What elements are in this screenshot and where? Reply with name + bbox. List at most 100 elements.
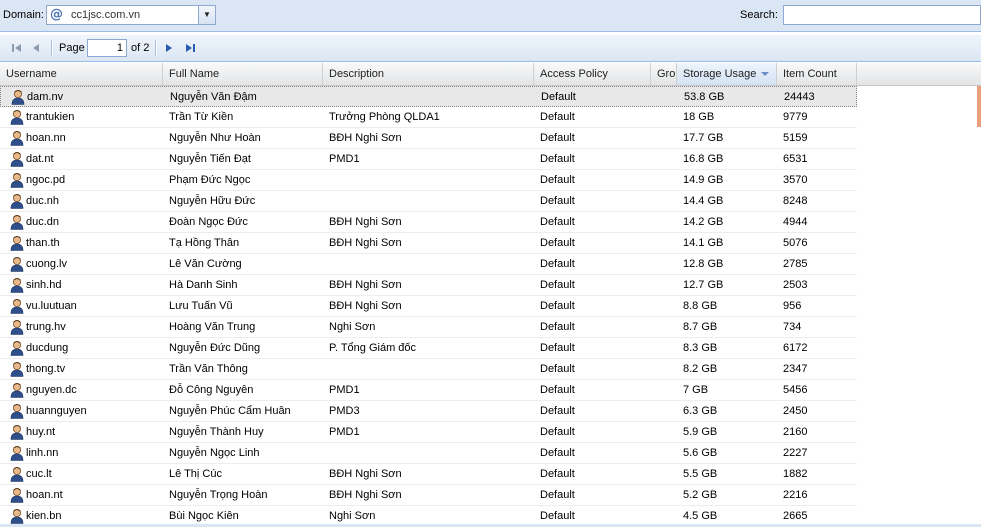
last-page-button[interactable] (183, 41, 197, 55)
next-page-button[interactable] (162, 41, 176, 55)
table-row[interactable]: dam.nv Nguyễn Văn Đậm Default 53.8 GB 24443 (0, 86, 857, 107)
domain-label: Domain: (3, 9, 44, 21)
cell-policy: Default (540, 237, 575, 249)
cell-policy: Default (540, 279, 575, 291)
cell-fullname: Đoàn Ngọc Đức (169, 216, 248, 228)
column-header-description[interactable]: Description (323, 63, 534, 85)
cell-username: cuong.lv (26, 258, 67, 270)
cell-description (323, 443, 534, 463)
scrollbar-thumb[interactable] (977, 86, 981, 127)
column-header-storage-usage[interactable]: Storage Usage (677, 63, 777, 85)
table-row[interactable]: trung.hv Hoàng Văn Trung Nghi Sơn Default 8.… (0, 317, 857, 338)
table-row[interactable]: hoan.nn Nguyễn Như Hoàn BĐH Nghi Sơn Defaul… (0, 128, 857, 149)
cell-policy: Default (540, 489, 575, 501)
table-row[interactable]: linh.nn Nguyễn Ngọc Linh Default 5.6 GB 2227 (0, 443, 857, 464)
cell-description (323, 359, 534, 379)
cell-description: Trưởng Phòng QLDA1 (329, 111, 440, 123)
table-row[interactable]: dat.nt Nguyễn Tiến Đạt PMD1 Default 16.8 GB 6… (0, 149, 857, 170)
table-row[interactable]: ducdung Nguyễn Đức Dũng P. Tổng Giám đốc De… (0, 338, 857, 359)
cell-description: PMD1 (329, 153, 360, 165)
paging-toolbar: Page of 2 (0, 35, 981, 62)
grid-header: Username Full Name Description Access Po… (0, 63, 981, 86)
cell-storage: 8.7 GB (683, 321, 718, 333)
cell-storage: 8.3 GB (683, 342, 718, 354)
column-header-item-count[interactable]: Item Count (777, 63, 857, 85)
column-header-access-policy[interactable]: Access Policy (534, 63, 651, 85)
table-row[interactable]: huannguyen Nguyễn Phúc Cẩm Huân PMD3 Defaul… (0, 401, 857, 422)
table-row[interactable]: trantukien Trần Từ Kiền Trưởng Phòng QLDA1… (0, 107, 857, 128)
cell-items: 5159 (783, 132, 808, 144)
cell-username: duc.nh (26, 195, 60, 207)
table-row[interactable]: sinh.hd Hà Danh Sinh BĐH Nghi Sơn Default 1… (0, 275, 857, 296)
cell-fullname: Trần Từ Kiền (169, 111, 234, 123)
cell-description (323, 170, 534, 190)
domain-select[interactable]: @ cc1jsc.com.vn ▼ (46, 5, 216, 25)
cell-items: 2216 (783, 489, 808, 501)
cell-username: ducdung (26, 342, 69, 354)
table-row[interactable]: duc.dn Đoàn Ngọc Đức BĐH Nghi Sơn Default 14… (0, 212, 857, 233)
cell-storage: 12.8 GB (683, 258, 724, 270)
cell-items: 4944 (783, 216, 808, 228)
table-row[interactable]: nguyen.dc Đỗ Công Nguyên PMD1 Default 7 GB 54… (0, 380, 857, 401)
cell-fullname: Nguyễn Thành Huy (169, 426, 264, 438)
table-row[interactable]: cuong.lv Lê Văn Cường Default 12.8 GB 2785 (0, 254, 857, 275)
cell-fullname: Nguyễn Văn Đậm (170, 91, 257, 103)
cell-storage: 7 GB (683, 384, 709, 396)
cell-policy: Default (540, 363, 575, 375)
first-page-button[interactable] (10, 41, 24, 55)
cell-description: PMD3 (329, 405, 360, 417)
cell-username: huy.nt (26, 426, 56, 438)
chevron-down-icon: ▼ (203, 10, 211, 19)
cell-fullname: Lê Văn Cường (169, 258, 242, 270)
search-label: Search: (740, 9, 778, 21)
table-row[interactable]: thong.tv Trần Văn Thông Default 8.2 GB 2347 (0, 359, 857, 380)
table-row[interactable]: than.th Tạ Hồng Thân BĐH Nghi Sơn Default 14… (0, 233, 857, 254)
table-row[interactable]: vu.luutuan Lưu Tuấn Vũ BĐH Nghi Sơn Default… (0, 296, 857, 317)
cell-items: 2450 (783, 405, 808, 417)
cell-description: BĐH Nghi Sơn (329, 468, 402, 480)
cell-description: Nghi Sơn (329, 321, 376, 333)
cell-storage: 5.9 GB (683, 426, 718, 438)
cell-items: 8248 (783, 195, 808, 207)
table-row[interactable]: huy.nt Nguyễn Thành Huy PMD1 Default 5.9 GB 2… (0, 422, 857, 443)
cell-policy: Default (540, 174, 575, 186)
table-row[interactable]: duc.nh Nguyễn Hữu Đức Default 14.4 GB 8248 (0, 191, 857, 212)
cell-description: PMD1 (329, 384, 360, 396)
cell-policy: Default (540, 510, 575, 522)
table-row[interactable]: hoan.nt Nguyễn Trọng Hoàn BĐH Nghi Sơn Defa… (0, 485, 857, 506)
top-toolbar: Domain: @ cc1jsc.com.vn ▼ Search: (0, 0, 981, 32)
column-header-group[interactable]: Gro (651, 63, 677, 85)
page-number-input[interactable] (87, 39, 127, 57)
table-row[interactable]: ngoc.pd Phạm Đức Ngọc Default 14.9 GB 3570 (0, 170, 857, 191)
prev-page-button[interactable] (30, 41, 44, 55)
cell-fullname: Nguyễn Tiến Đạt (169, 153, 251, 165)
first-page-icon (12, 44, 21, 52)
cell-storage: 18 GB (683, 111, 715, 123)
cell-items: 2347 (783, 363, 808, 375)
cell-policy: Default (540, 195, 575, 207)
toolbar-separator (155, 40, 157, 56)
cell-policy: Default (540, 258, 575, 270)
search-input[interactable] (783, 5, 981, 25)
column-header-username[interactable]: Username (0, 63, 163, 85)
cell-fullname: Nguyễn Hữu Đức (169, 195, 256, 207)
cell-username: sinh.hd (26, 279, 62, 291)
cell-policy: Default (540, 447, 575, 459)
cell-items: 2227 (783, 447, 808, 459)
last-page-icon (186, 44, 195, 52)
cell-items: 6172 (783, 342, 808, 354)
prev-page-icon (33, 44, 39, 52)
cell-storage: 5.5 GB (683, 468, 718, 480)
column-header-fullname[interactable]: Full Name (163, 63, 323, 85)
cell-fullname: Đỗ Công Nguyên (169, 384, 254, 396)
cell-storage: 5.2 GB (683, 489, 718, 501)
cell-username: vu.luutuan (26, 300, 77, 312)
domain-dropdown-button[interactable]: ▼ (198, 6, 215, 24)
cell-username: hoan.nn (26, 132, 66, 144)
cell-items: 5076 (783, 237, 808, 249)
table-row[interactable]: cuc.lt Lê Thị Cúc BĐH Nghi Sơn Default 5.5 G… (0, 464, 857, 485)
cell-username: ngoc.pd (26, 174, 66, 186)
cell-fullname: Lê Thị Cúc (169, 468, 222, 480)
cell-items: 2160 (783, 426, 808, 438)
cell-storage: 53.8 GB (684, 91, 725, 103)
